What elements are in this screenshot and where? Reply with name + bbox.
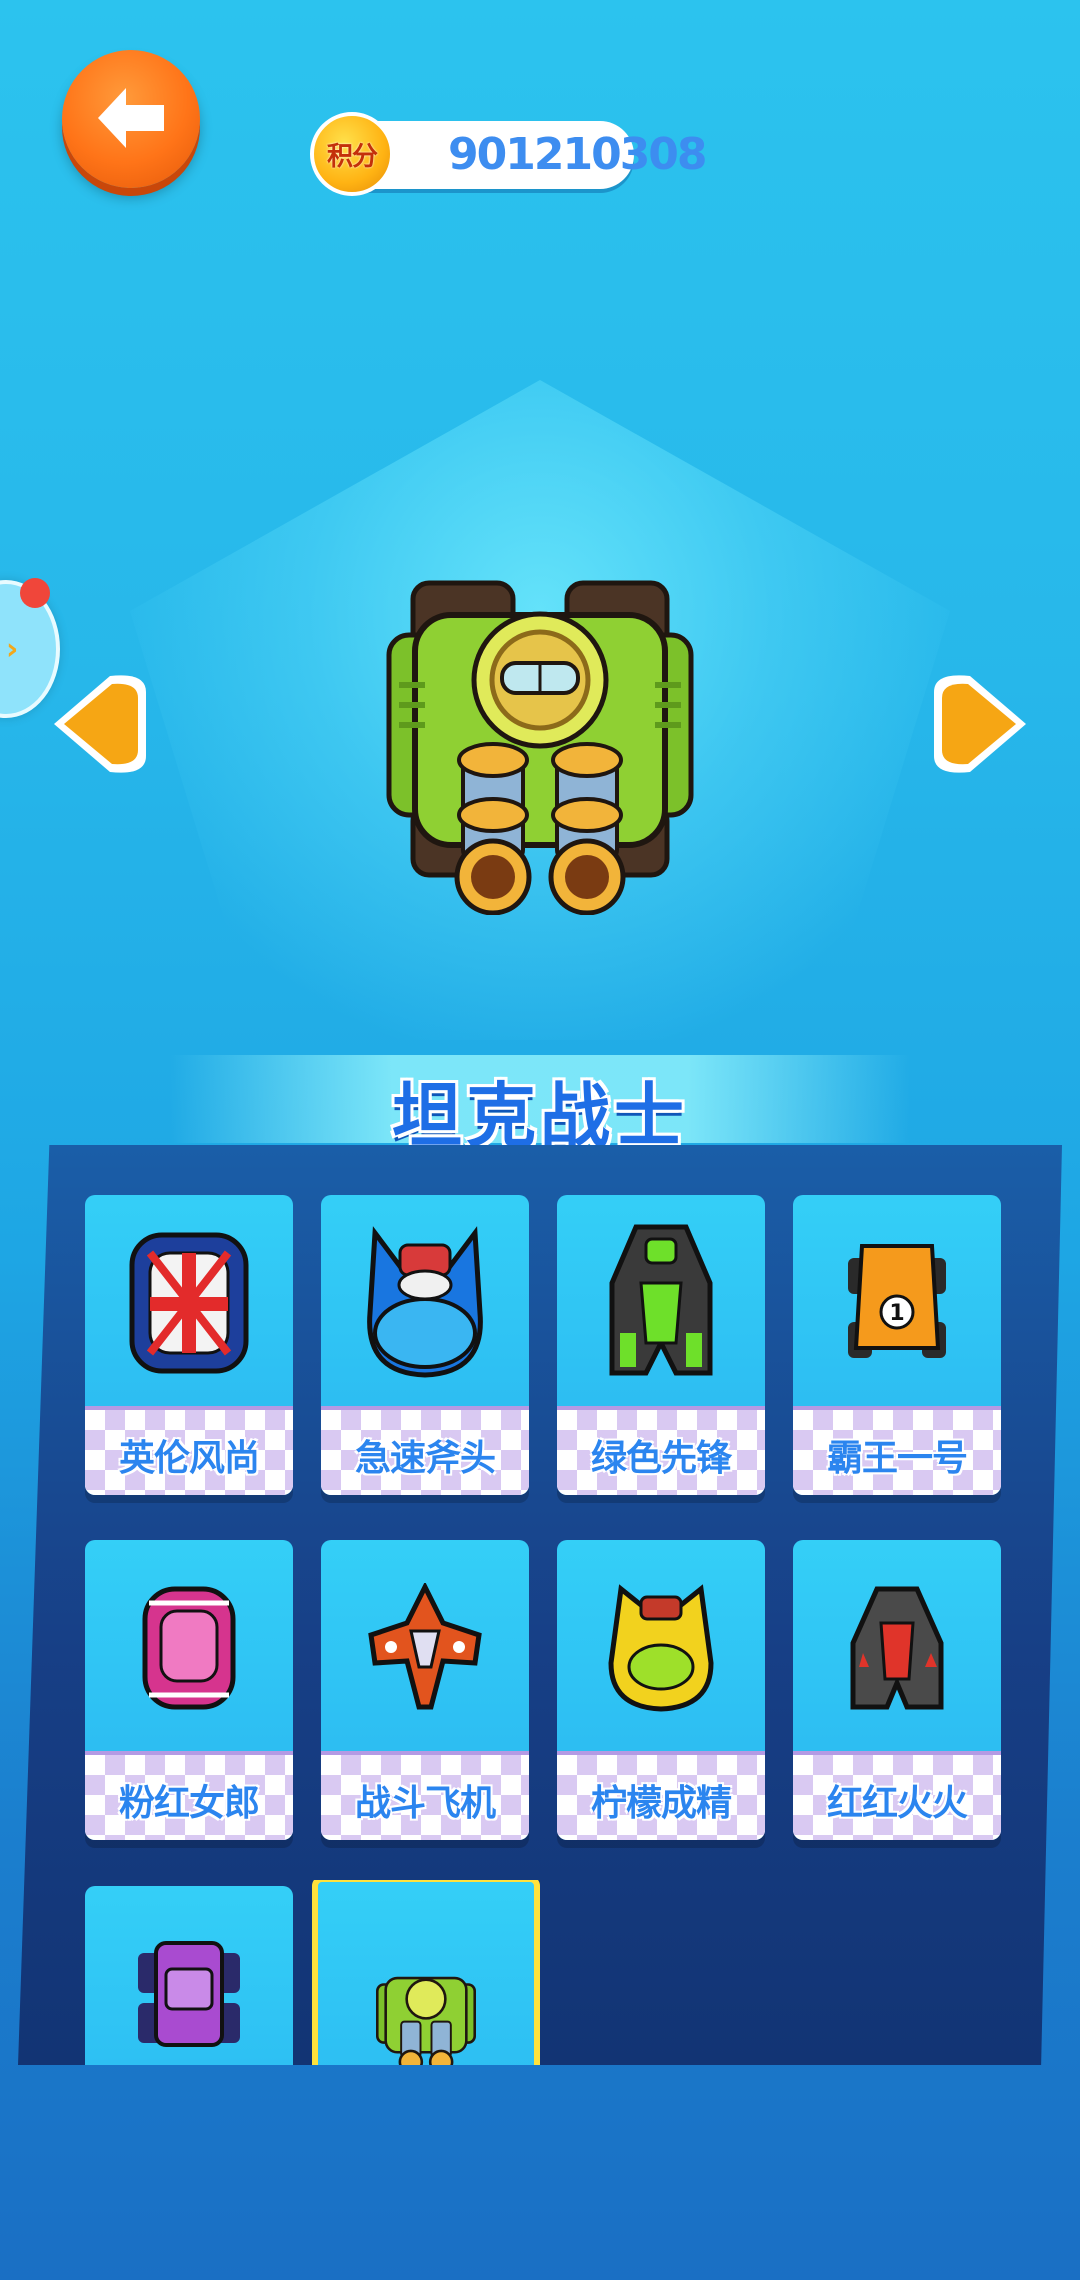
purple-truck-icon (138, 1940, 240, 2047)
yellow-racer-icon (608, 1583, 714, 1712)
vehicle-card[interactable]: 1 霸王一号 (793, 1195, 1001, 1495)
vehicle-card[interactable]: 急速斧头 (321, 1195, 529, 1495)
orange-kart-icon: 1 (848, 1243, 946, 1358)
green-racer-icon (609, 1224, 713, 1375)
score-coin-icon: 积分 (310, 112, 394, 196)
next-arrow-button[interactable] (930, 672, 1030, 776)
vehicle-name: 粉红女郎 (118, 1783, 260, 1824)
fighter-plane-icon (368, 1582, 482, 1709)
vehicle-card[interactable]: 红红火火 (793, 1540, 1001, 1840)
vehicle-card[interactable]: 柠檬成精 (557, 1540, 765, 1840)
score-label: 积分 (326, 141, 378, 172)
notification-dot (20, 578, 50, 608)
vehicle-name: 战斗飞机 (354, 1783, 496, 1824)
vehicle-name: 急速斧头 (354, 1438, 496, 1479)
chevron-right-icon: › (6, 632, 19, 667)
vehicle-name: 英伦风尚 (118, 1438, 260, 1479)
svg-text:1: 1 (889, 1301, 904, 1326)
vehicle-name: 柠檬成精 (590, 1783, 732, 1824)
vehicle-name: 霸王一号 (826, 1438, 968, 1479)
vehicle-name: 绿色先锋 (590, 1438, 732, 1479)
previous-arrow-button[interactable] (50, 672, 150, 776)
green-tank-icon (376, 1976, 476, 2065)
hero-tank-image (386, 580, 694, 915)
pink-car-icon (142, 1586, 236, 1709)
vehicle-card[interactable]: 绿色先锋 (557, 1195, 765, 1495)
vehicle-card-selected[interactable] (312, 1880, 540, 2065)
union-jack-car-icon (129, 1232, 249, 1373)
vehicle-name: 红红火火 (826, 1783, 968, 1824)
vehicle-card[interactable]: 战斗飞机 (321, 1540, 529, 1840)
back-arrow-icon (98, 88, 164, 148)
back-button[interactable] (62, 50, 200, 188)
vehicle-card[interactable]: 粉红女郎 (85, 1540, 293, 1840)
red-racer-icon (850, 1586, 944, 1709)
blue-racer-icon (367, 1225, 483, 1378)
grid-row-3 (0, 1880, 1080, 2065)
vehicle-card[interactable]: 英伦风尚 (85, 1195, 293, 1495)
score-value: 901210308 (448, 129, 708, 180)
vehicle-card[interactable] (85, 1886, 293, 2065)
